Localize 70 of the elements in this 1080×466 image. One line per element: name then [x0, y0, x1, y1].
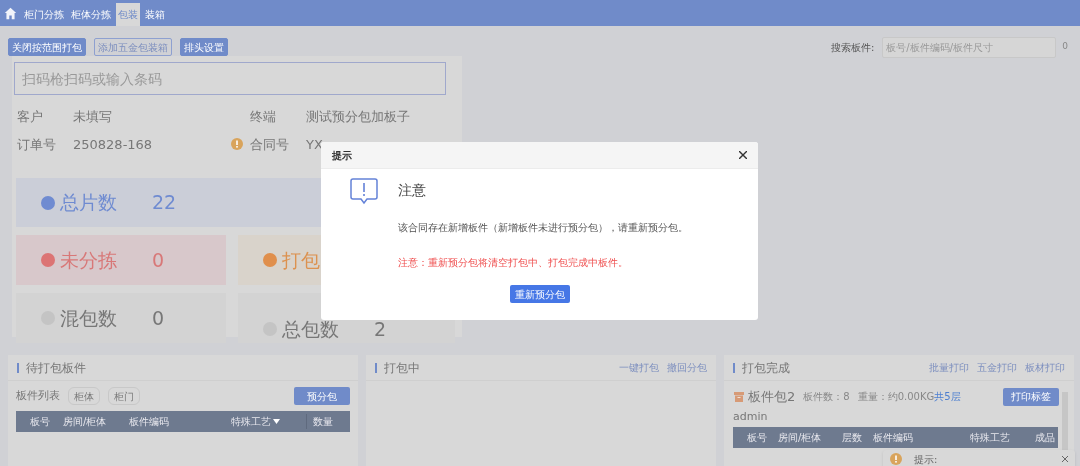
- package-weight: 重量：约0.00KG: [857, 390, 935, 405]
- column-header: 板号: [29, 415, 51, 429]
- stat-value: 22: [152, 190, 177, 216]
- filter-chip[interactable]: 柜体: [68, 387, 100, 405]
- filter-chip[interactable]: 柜门: [108, 387, 140, 405]
- title-marker: [17, 362, 19, 373]
- package-name: 板件包2: [748, 388, 796, 406]
- dialog-heading: 注意: [398, 181, 427, 200]
- toolbar-button[interactable]: 添加五金包装箱: [94, 38, 172, 56]
- panel-link[interactable]: 撤回分包: [667, 360, 707, 375]
- confirm-button[interactable]: 重新预分包: [509, 285, 570, 303]
- stat-label: 打包: [282, 247, 321, 273]
- panel-link[interactable]: 五金打印: [977, 360, 1017, 375]
- panel-link[interactable]: 板材打印: [1025, 360, 1065, 375]
- pre-split-button[interactable]: 预分包: [294, 387, 350, 405]
- column-header: 成品: [1034, 431, 1056, 445]
- column-header[interactable]: 特殊工艺: [229, 414, 306, 429]
- column-header: 数量: [306, 414, 333, 429]
- info-label: 客户: [17, 108, 44, 126]
- scan-field[interactable]: 扫码枪扫码或输入条码: [14, 62, 446, 95]
- stat-label: 总片数: [60, 190, 118, 216]
- column-header: 层数: [842, 431, 864, 445]
- panel-title: 打包完成: [742, 359, 790, 377]
- nav-tab[interactable]: 柜体分拣: [69, 3, 113, 26]
- package-count: 板件数：8: [803, 390, 850, 405]
- nav-tab[interactable]: 包装: [116, 3, 140, 26]
- stat-value: 0: [152, 247, 165, 273]
- stat-label: 混包数: [60, 305, 118, 331]
- panel-title: 打包中: [384, 359, 420, 377]
- warning-icon: [890, 453, 902, 465]
- panel-link[interactable]: 批量打印: [929, 360, 969, 375]
- box-icon: [734, 391, 744, 402]
- dropdown-caret-icon: [273, 419, 280, 424]
- column-header: 板号: [746, 431, 768, 445]
- info-value: 测试预分包加板子: [306, 108, 410, 126]
- notice-icon: [350, 178, 378, 205]
- layers-link[interactable]: 共5层: [934, 389, 961, 405]
- column-header: 特殊工艺: [970, 431, 1012, 445]
- panel-title: 待打包板件: [26, 359, 86, 377]
- info-value: YX: [306, 135, 323, 154]
- search-count: 0: [1062, 40, 1068, 54]
- dialog-message: 该合同存在新增板件（新增板件未进行预分包），请重新预分包。: [398, 221, 688, 235]
- toolbar-button[interactable]: 排头设置: [180, 38, 228, 56]
- list-label: 板件列表: [16, 387, 60, 404]
- info-label: 终端: [250, 108, 277, 126]
- print-label-button[interactable]: 打印标签: [1003, 387, 1059, 406]
- title-marker: [733, 362, 735, 373]
- column-header: 房间/柜体: [63, 415, 108, 429]
- dialog-title: 提示: [332, 148, 352, 163]
- nav-tab[interactable]: 装箱: [143, 3, 167, 26]
- info-value: 250828-168: [73, 135, 153, 154]
- info-value: 未填写: [73, 108, 112, 126]
- dialog-warning: 注意：重新预分包将清空打包中、打包完成中板件。: [398, 256, 629, 270]
- column-header: 板件编码: [129, 415, 170, 429]
- info-label: 订单号: [17, 135, 57, 154]
- user-name: admin: [732, 408, 769, 425]
- stat-value: 0: [152, 305, 165, 331]
- stat-value: 2: [374, 316, 387, 342]
- column-header: 房间/柜体: [778, 431, 823, 445]
- title-marker: [375, 362, 377, 373]
- toast-title: 提示:: [914, 452, 938, 466]
- search-label: 搜索板件:: [830, 40, 875, 55]
- info-label: 合同号: [250, 135, 290, 154]
- stat-label: 未分拣: [60, 247, 118, 273]
- close-icon[interactable]: [739, 151, 747, 159]
- column-header: 板件编码: [873, 431, 915, 445]
- nav-tab[interactable]: 柜门分拣: [22, 3, 66, 26]
- toolbar-button[interactable]: 关闭按范围打包: [8, 38, 86, 56]
- home-icon[interactable]: [4, 7, 17, 20]
- stat-label: 总包数: [282, 316, 340, 342]
